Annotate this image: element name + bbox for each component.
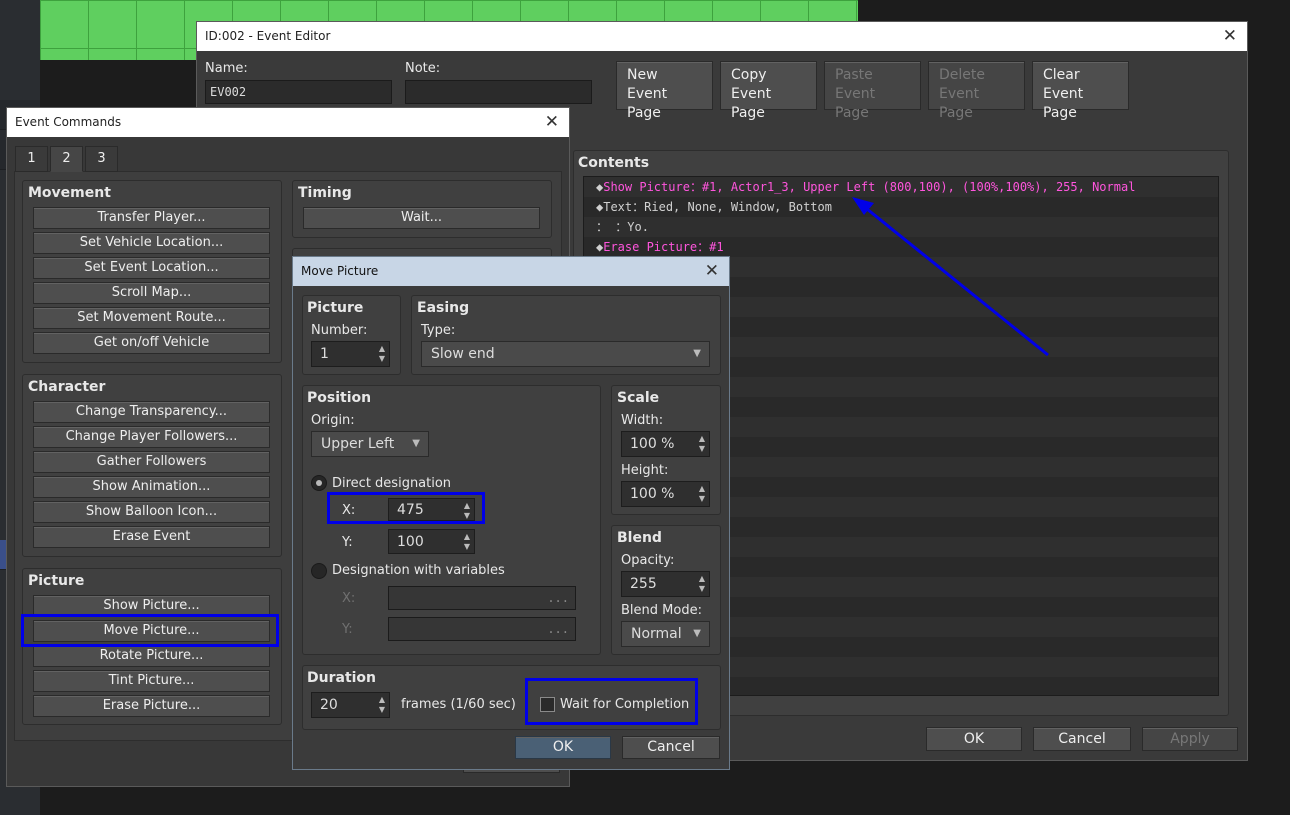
duration-header: Duration <box>307 670 377 686</box>
picture-header: Picture <box>28 573 85 589</box>
picture-section-header: Picture <box>307 300 364 316</box>
copy-event-page-button[interactable]: Copy Event Page <box>720 61 817 121</box>
width-label: Width: <box>621 413 664 428</box>
get-on-off-vehicle-button[interactable]: Get on/off Vehicle <box>33 332 270 354</box>
number-stepper[interactable]: 1 ▲ ▼ <box>311 341 390 367</box>
stepper-arrows-icon[interactable]: ▲ ▼ <box>699 434 705 454</box>
move-picture-highlight <box>21 614 279 647</box>
opacity-stepper[interactable]: 255 ▲ ▼ <box>621 571 710 597</box>
movement-header: Movement <box>28 185 111 201</box>
paste-event-page-button[interactable]: Paste Event Page <box>824 61 921 121</box>
cancel-button[interactable]: Cancel <box>1033 727 1131 751</box>
erase-picture-button[interactable]: Erase Picture... <box>33 695 270 717</box>
tint-picture-button[interactable]: Tint Picture... <box>33 670 270 692</box>
scale-header: Scale <box>617 390 660 406</box>
close-icon[interactable]: ✕ <box>1223 22 1237 51</box>
annotation-arrow <box>852 197 1049 357</box>
ok-button[interactable]: OK <box>926 727 1022 751</box>
number-label: Number: <box>311 323 368 338</box>
set-movement-route-button[interactable]: Set Movement Route... <box>33 307 270 329</box>
event-commands-titlebar: Event Commands ✕ <box>7 108 569 137</box>
chevron-down-icon: ▼ <box>412 438 420 449</box>
clear-event-page-button[interactable]: Clear Event Page <box>1032 61 1129 121</box>
move-picture-ok-button[interactable]: OK <box>515 736 611 759</box>
move-picture-cancel-button[interactable]: Cancel <box>622 736 720 759</box>
move-picture-titlebar: Move Picture ✕ <box>293 257 729 286</box>
y-label: Y: <box>342 535 353 550</box>
gather-followers-button[interactable]: Gather Followers <box>33 451 270 473</box>
event-editor-titlebar: ID:002 - Event Editor ✕ <box>197 22 1247 51</box>
position-header: Position <box>307 390 372 406</box>
wait-for-completion-highlight <box>525 678 698 725</box>
tab-3[interactable]: 3 <box>85 146 118 172</box>
frames-label: frames (1/60 sec) <box>401 697 516 712</box>
wait-button[interactable]: Wait... <box>303 207 540 229</box>
tab-2[interactable]: 2 <box>50 146 83 172</box>
list-item[interactable]: ： ：Yo. <box>596 218 649 237</box>
change-player-followers-button[interactable]: Change Player Followers... <box>33 426 270 448</box>
direct-designation-label: Direct designation <box>332 476 452 491</box>
erase-event-button[interactable]: Erase Event <box>33 526 270 548</box>
name-field[interactable]: EV002 <box>205 80 392 104</box>
name-label: Name: <box>205 61 248 76</box>
var-y-field[interactable]: ... <box>388 617 576 641</box>
close-icon[interactable]: ✕ <box>705 257 719 286</box>
stepper-arrows-icon[interactable]: ▲ ▼ <box>379 695 385 715</box>
stepper-arrows-icon[interactable]: ▲ ▼ <box>379 344 385 364</box>
designation-with-variables-label: Designation with variables <box>332 563 505 578</box>
easing-header: Easing <box>417 300 470 316</box>
move-picture-title: Move Picture <box>301 264 379 278</box>
x-highlight <box>327 492 485 524</box>
type-label: Type: <box>421 323 456 338</box>
contents-label: Contents <box>578 155 650 171</box>
delete-event-page-button[interactable]: Delete Event Page <box>928 61 1025 121</box>
var-x-label: X: <box>342 591 356 606</box>
close-icon[interactable]: ✕ <box>545 108 559 137</box>
origin-label: Origin: <box>311 413 355 428</box>
width-stepper[interactable]: 100 % ▲ ▼ <box>621 431 710 457</box>
easing-type-select[interactable]: Slow end ▼ <box>421 341 710 367</box>
show-balloon-icon-button[interactable]: Show Balloon Icon... <box>33 501 270 523</box>
duration-stepper[interactable]: 20 ▲ ▼ <box>311 692 390 718</box>
new-event-page-button[interactable]: New Event Page <box>616 61 713 121</box>
chevron-down-icon: ▼ <box>693 628 701 639</box>
transfer-player-button[interactable]: Transfer Player... <box>33 207 270 229</box>
note-field[interactable] <box>405 80 592 104</box>
stepper-arrows-icon[interactable]: ▲ ▼ <box>464 532 470 552</box>
stepper-arrows-icon[interactable]: ▲ ▼ <box>699 574 705 594</box>
set-vehicle-location-button[interactable]: Set Vehicle Location... <box>33 232 270 254</box>
designation-with-variables-radio[interactable] <box>311 563 327 579</box>
height-stepper[interactable]: 100 % ▲ ▼ <box>621 481 710 507</box>
chevron-down-icon: ▼ <box>693 348 701 359</box>
character-header: Character <box>28 379 106 395</box>
origin-select[interactable]: Upper Left ▼ <box>311 431 429 457</box>
blend-header: Blend <box>617 530 662 546</box>
tab-1[interactable]: 1 <box>15 146 48 172</box>
direct-designation-radio[interactable] <box>311 475 327 491</box>
var-y-label: Y: <box>342 622 353 637</box>
note-label: Note: <box>405 61 441 76</box>
event-editor-title: ID:002 - Event Editor <box>205 29 331 43</box>
set-event-location-button[interactable]: Set Event Location... <box>33 257 270 279</box>
change-transparency-button[interactable]: Change Transparency... <box>33 401 270 423</box>
y-stepper[interactable]: 100 ▲ ▼ <box>388 529 475 554</box>
rotate-picture-button[interactable]: Rotate Picture... <box>33 645 270 667</box>
event-commands-title: Event Commands <box>15 115 122 129</box>
height-label: Height: <box>621 463 669 478</box>
show-animation-button[interactable]: Show Animation... <box>33 476 270 498</box>
scroll-map-button[interactable]: Scroll Map... <box>33 282 270 304</box>
list-item[interactable]: ◆Text：Ried, None, Window, Bottom <box>596 198 832 217</box>
stepper-arrows-icon[interactable]: ▲ ▼ <box>699 484 705 504</box>
list-item[interactable]: ◆Erase Picture：#1 <box>596 238 724 257</box>
blend-mode-label: Blend Mode: <box>621 603 702 618</box>
opacity-label: Opacity: <box>621 553 675 568</box>
apply-button[interactable]: Apply <box>1142 727 1238 751</box>
blend-mode-select[interactable]: Normal ▼ <box>621 621 710 647</box>
timing-header: Timing <box>298 185 352 201</box>
var-x-field[interactable]: ... <box>388 586 576 610</box>
